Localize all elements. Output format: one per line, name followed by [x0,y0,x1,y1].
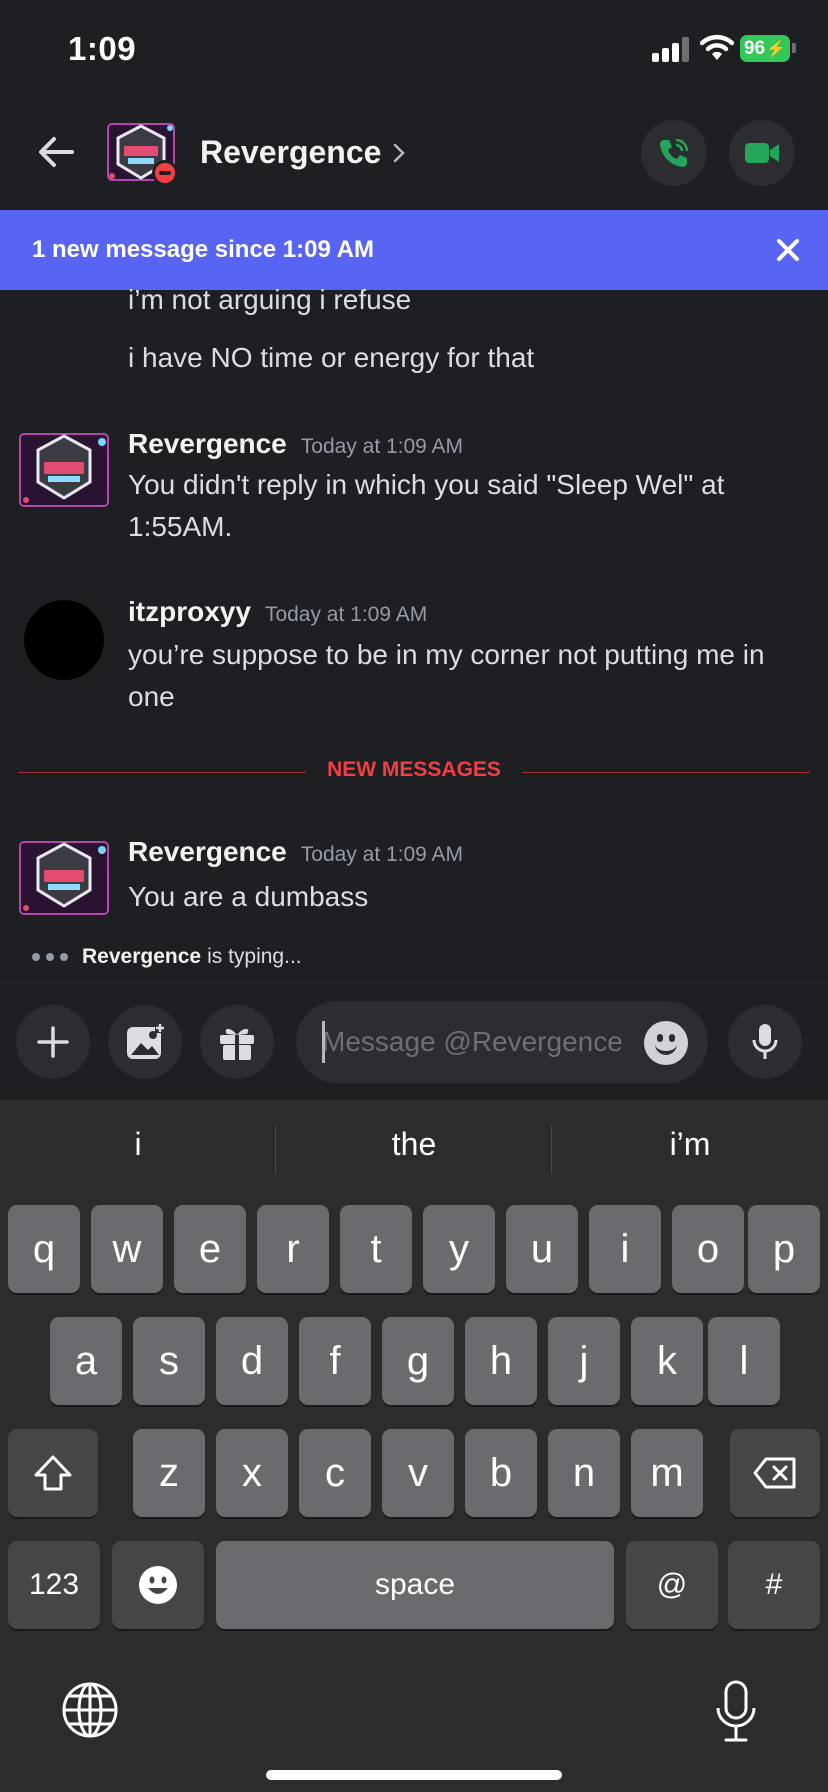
key-k[interactable]: k [631,1317,703,1405]
message-list[interactable]: i’m not arguing i refuse i have NO time … [0,284,828,982]
emoji-picker-icon[interactable] [644,1021,688,1065]
key-v[interactable]: v [382,1429,454,1517]
phone-icon [660,138,689,167]
key-j[interactable]: j [548,1317,620,1405]
emoji-key[interactable] [112,1541,204,1629]
gift-button[interactable] [200,1005,274,1079]
on-screen-keyboard: i the i’m q w e r t y u i o p a s d f g … [0,1100,828,1792]
banner-text: 1 new message since 1:09 AM [32,236,374,263]
wifi-icon [700,34,734,60]
shift-key[interactable] [8,1429,98,1517]
message-text: You didn't reply in which you said "Slee… [128,469,725,542]
hash-key[interactable]: # [728,1541,820,1629]
message-text: You are a dumbass [128,881,369,912]
key-p[interactable]: p [748,1205,820,1293]
voice-message-button[interactable] [728,1005,802,1079]
close-icon[interactable] [772,234,804,266]
message-text: you’re suppose to be in my corner not pu… [128,639,765,712]
key-e[interactable]: e [174,1205,246,1293]
key-a[interactable]: a [50,1317,122,1405]
typing-suffix: is typing... [207,945,302,968]
avatar[interactable] [18,838,110,918]
home-indicator[interactable] [266,1770,562,1780]
do-not-disturb-icon [152,160,178,186]
key-o[interactable]: o [672,1205,744,1293]
author-name[interactable]: itzproxyy [128,596,251,627]
message-author[interactable]: itzproxyy Today at 1:09 AM [128,596,427,628]
key-z[interactable]: z [133,1429,205,1517]
text-caret [322,1021,325,1063]
image-icon [127,1023,165,1059]
status-bar: 1:09 96 ⚡ [0,0,828,100]
key-t[interactable]: t [340,1205,412,1293]
typing-user: Revergence [82,945,202,968]
emoji-icon [139,1566,177,1604]
space-key[interactable]: space [216,1541,614,1629]
key-d[interactable]: d [216,1317,288,1405]
message-timestamp: Today at 1:09 AM [300,435,464,458]
microphone-icon [752,1024,778,1059]
key-h[interactable]: h [465,1317,537,1405]
author-name[interactable]: Revergence [128,428,287,459]
key-r[interactable]: r [257,1205,329,1293]
key-l[interactable]: l [708,1317,780,1405]
battery-indicator: 96 ⚡ [740,35,790,62]
message-line: i’m not arguing i refuse [128,284,412,315]
key-c[interactable]: c [299,1429,371,1517]
video-call-button[interactable] [729,120,795,186]
key-m[interactable]: m [631,1429,703,1517]
delete-key[interactable] [730,1429,820,1517]
message-timestamp: Today at 1:09 AM [300,843,464,866]
at-key[interactable]: @ [626,1541,718,1629]
numbers-key[interactable]: 123 [8,1541,100,1629]
key-i[interactable]: i [589,1205,661,1293]
key-b[interactable]: b [465,1429,537,1517]
cellular-signal-icon [652,36,692,62]
author-name[interactable]: Revergence [128,836,287,867]
key-n[interactable]: n [548,1429,620,1517]
key-q[interactable]: q [8,1205,80,1293]
suggestion[interactable]: i [0,1126,276,1163]
key-x[interactable]: x [216,1429,288,1517]
avatar[interactable] [24,600,104,680]
avatar[interactable] [18,430,110,510]
key-y[interactable]: y [423,1205,495,1293]
arrow-left-icon[interactable] [36,132,76,172]
battery-tip [792,43,796,53]
globe-icon[interactable] [60,1680,120,1740]
voice-call-button[interactable] [641,120,707,186]
shift-icon [34,1455,72,1491]
key-u[interactable]: u [506,1205,578,1293]
composer [0,982,828,1100]
chevron-right-icon[interactable] [392,142,406,164]
predictive-bar: i the i’m [0,1100,828,1200]
typing-indicator: Revergence is typing... [32,945,302,969]
add-attachment-button[interactable] [16,1005,90,1079]
new-messages-divider: NEW MESSAGES [327,758,501,781]
typing-dots-icon [32,953,68,961]
new-message-banner[interactable]: 1 new message since 1:09 AM [0,210,828,290]
key-g[interactable]: g [382,1317,454,1405]
plus-icon [37,1026,69,1058]
key-w[interactable]: w [91,1205,163,1293]
backspace-icon [753,1457,796,1489]
message-author[interactable]: Revergence Today at 1:09 AM [128,428,463,460]
message-author[interactable]: Revergence Today at 1:09 AM [128,836,463,868]
video-camera-icon [745,143,779,163]
battery-level: 96 [743,37,766,59]
gallery-button[interactable] [108,1005,182,1079]
suggestion[interactable]: the [276,1126,552,1163]
status-time: 1:09 [68,30,137,67]
key-s[interactable]: s [133,1317,205,1405]
chat-header: Revergence [0,100,828,210]
message-line: i have NO time or energy for that [128,342,535,373]
message-timestamp: Today at 1:09 AM [264,603,428,626]
microphone-icon[interactable] [714,1680,758,1744]
suggestion[interactable]: i’m [552,1126,828,1163]
key-f[interactable]: f [299,1317,371,1405]
page-title[interactable]: Revergence [200,134,381,171]
gift-icon [220,1028,254,1060]
